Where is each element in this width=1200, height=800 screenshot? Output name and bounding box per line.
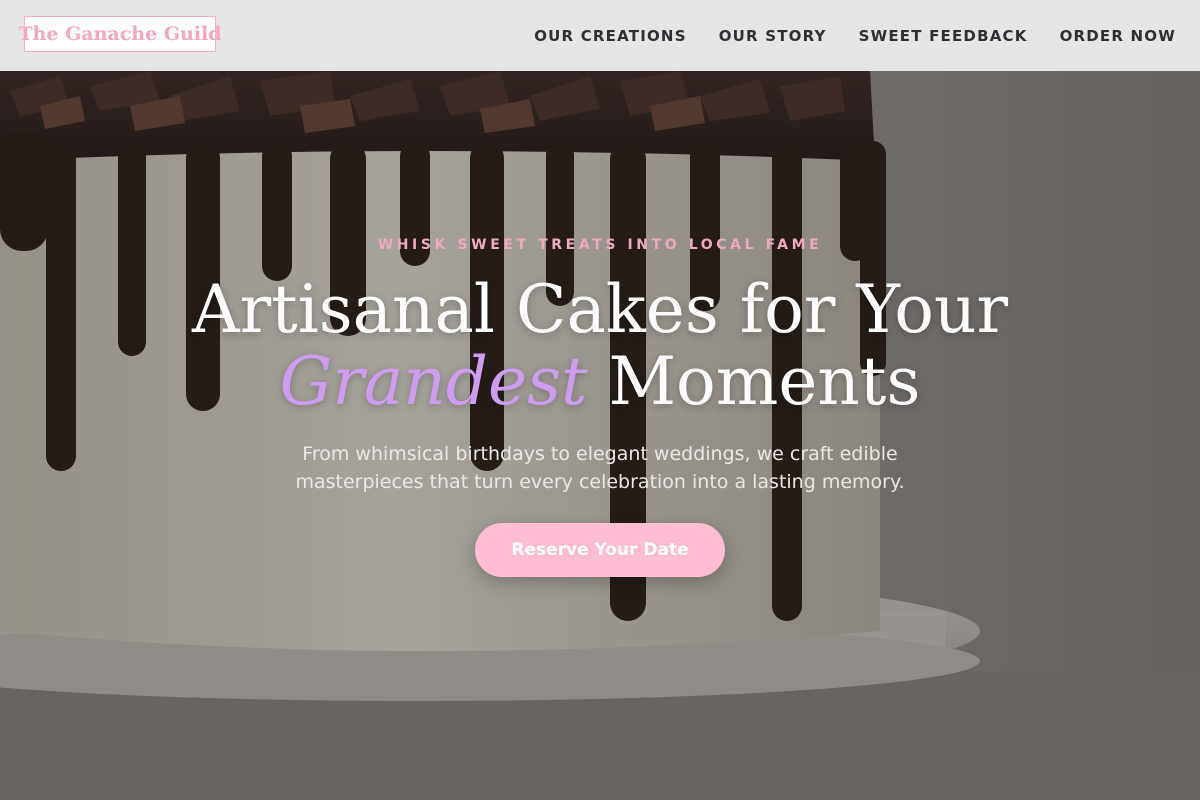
nav-link-order-now[interactable]: ORDER NOW <box>1060 27 1176 45</box>
nav-link-our-story[interactable]: OUR STORY <box>719 27 827 45</box>
logo[interactable]: The Ganache Guild <box>18 16 222 52</box>
site-header: The Ganache Guild OUR CREATIONS OUR STOR… <box>0 0 1200 71</box>
hero-section <box>0 71 1200 800</box>
hero-eyebrow: WHISK SWEET TREATS INTO LOCAL FAME <box>377 237 823 253</box>
hero-overlay <box>0 71 1200 800</box>
hero-headline: Artisanal Cakes for Your Grandest Moment… <box>0 274 1200 418</box>
hero-subtitle: From whimsical birthdays to elegant wedd… <box>295 443 905 493</box>
nav-link-our-creations[interactable]: OUR CREATIONS <box>534 27 686 45</box>
reserve-date-button[interactable]: Reserve Your Date <box>475 523 725 577</box>
nav-link-sweet-feedback[interactable]: SWEET FEEDBACK <box>859 27 1028 45</box>
main-nav: OUR CREATIONS OUR STORY SWEET FEEDBACK O… <box>534 0 1176 71</box>
landing-page: The Ganache Guild OUR CREATIONS OUR STOR… <box>0 0 1200 800</box>
headline-accent: Grandest <box>279 343 588 420</box>
headline-line-2: Moments <box>608 343 921 420</box>
headline-line-1: Artisanal Cakes for Your <box>191 271 1009 348</box>
